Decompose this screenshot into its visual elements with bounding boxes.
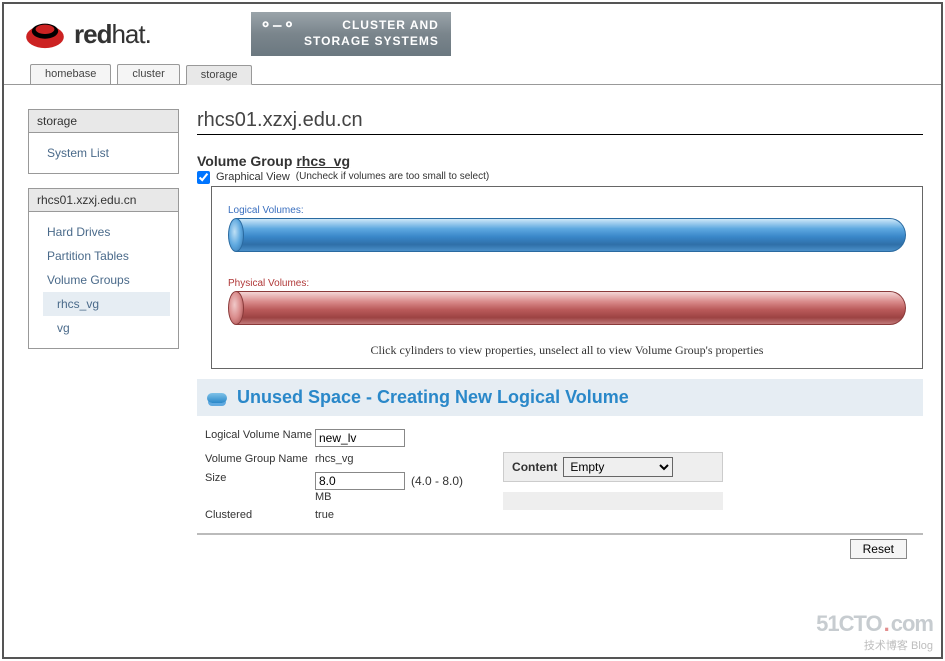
content-select-box: Content Empty xyxy=(503,452,723,482)
redhat-text: redhat. xyxy=(74,19,151,50)
content-select[interactable]: Empty xyxy=(563,457,673,477)
sidebar-item-vg[interactable]: vg xyxy=(47,316,178,340)
form-area: Logical Volume Name Volume Group Name rh… xyxy=(197,416,923,525)
graphical-view-label: Graphical View xyxy=(216,171,290,183)
graphical-view-hint: (Uncheck if volumes are too small to sel… xyxy=(296,171,489,182)
content-label: Content xyxy=(512,460,557,474)
sidebar-title-host: rhcs01.xzxj.edu.cn xyxy=(29,189,178,212)
sidebar-box-storage: storage System List xyxy=(28,109,179,174)
vg-name-label: Volume Group Name xyxy=(205,453,315,466)
size-unit: MB xyxy=(315,491,463,503)
physical-volume-cylinder[interactable] xyxy=(228,291,906,325)
cluster-banner: ⚬⎯⚬ CLUSTER AND STORAGE SYSTEMS xyxy=(251,12,451,56)
sidebar-item-system-list[interactable]: System List xyxy=(47,141,178,165)
redhat-logo: redhat. xyxy=(24,18,151,50)
sidebar-item-partition-tables[interactable]: Partition Tables xyxy=(47,244,178,268)
tab-storage[interactable]: storage xyxy=(186,65,253,85)
lv-section-label: Logical Volumes: xyxy=(228,205,906,216)
graphical-view-checkbox[interactable] xyxy=(197,171,210,184)
lv-name-input[interactable] xyxy=(315,429,405,447)
pv-section-label: Physical Volumes: xyxy=(228,278,906,289)
watermark: 51CTO.com 技术博客 Blog xyxy=(816,611,933,653)
grey-strip xyxy=(503,492,723,510)
vg-heading: Volume Group rhcs_vg xyxy=(197,153,923,169)
tab-homebase[interactable]: homebase xyxy=(30,64,111,84)
reset-button[interactable]: Reset xyxy=(850,539,907,559)
logical-volume-cylinder[interactable] xyxy=(228,218,906,252)
sidebar: storage System List rhcs01.xzxj.edu.cn H… xyxy=(4,109,179,559)
cylinder-icon xyxy=(207,393,227,403)
graph-hint-text: Click cylinders to view properties, unse… xyxy=(228,343,906,358)
sidebar-item-volume-groups[interactable]: Volume Groups xyxy=(47,268,178,292)
page-title: rhcs01.xzxj.edu.cn xyxy=(197,109,923,135)
sidebar-title-storage: storage xyxy=(29,110,178,133)
size-input[interactable] xyxy=(315,472,405,490)
sidebar-item-hard-drives[interactable]: Hard Drives xyxy=(47,220,178,244)
graphical-view-box: Logical Volumes: Physical Volumes: Click… xyxy=(211,186,923,369)
button-bar: Reset xyxy=(197,533,923,559)
size-range: (4.0 - 8.0) xyxy=(411,474,463,488)
size-label: Size xyxy=(205,472,315,485)
sidebar-box-host: rhcs01.xzxj.edu.cn Hard Drives Partition… xyxy=(28,188,179,349)
vg-name-value: rhcs_vg xyxy=(315,453,354,465)
sidebar-item-rhcs-vg[interactable]: rhcs_vg xyxy=(43,292,170,316)
clustered-label: Clustered xyxy=(205,509,315,522)
tab-cluster[interactable]: cluster xyxy=(117,64,179,84)
section-header: Unused Space - Creating New Logical Volu… xyxy=(197,379,923,416)
section-title: Unused Space - Creating New Logical Volu… xyxy=(237,387,629,408)
main-tabs: homebase cluster storage xyxy=(4,56,941,85)
content-area: rhcs01.xzxj.edu.cn Volume Group rhcs_vg … xyxy=(179,109,941,559)
redhat-icon xyxy=(24,18,66,50)
vg-name-link[interactable]: rhcs_vg xyxy=(296,153,350,169)
clustered-value: true xyxy=(315,509,334,521)
lv-name-label: Logical Volume Name xyxy=(205,429,315,442)
header-logo-row: redhat. ⚬⎯⚬ CLUSTER AND STORAGE SYSTEMS xyxy=(24,12,941,56)
branch-icon: ⚬⎯⚬ xyxy=(259,16,297,37)
